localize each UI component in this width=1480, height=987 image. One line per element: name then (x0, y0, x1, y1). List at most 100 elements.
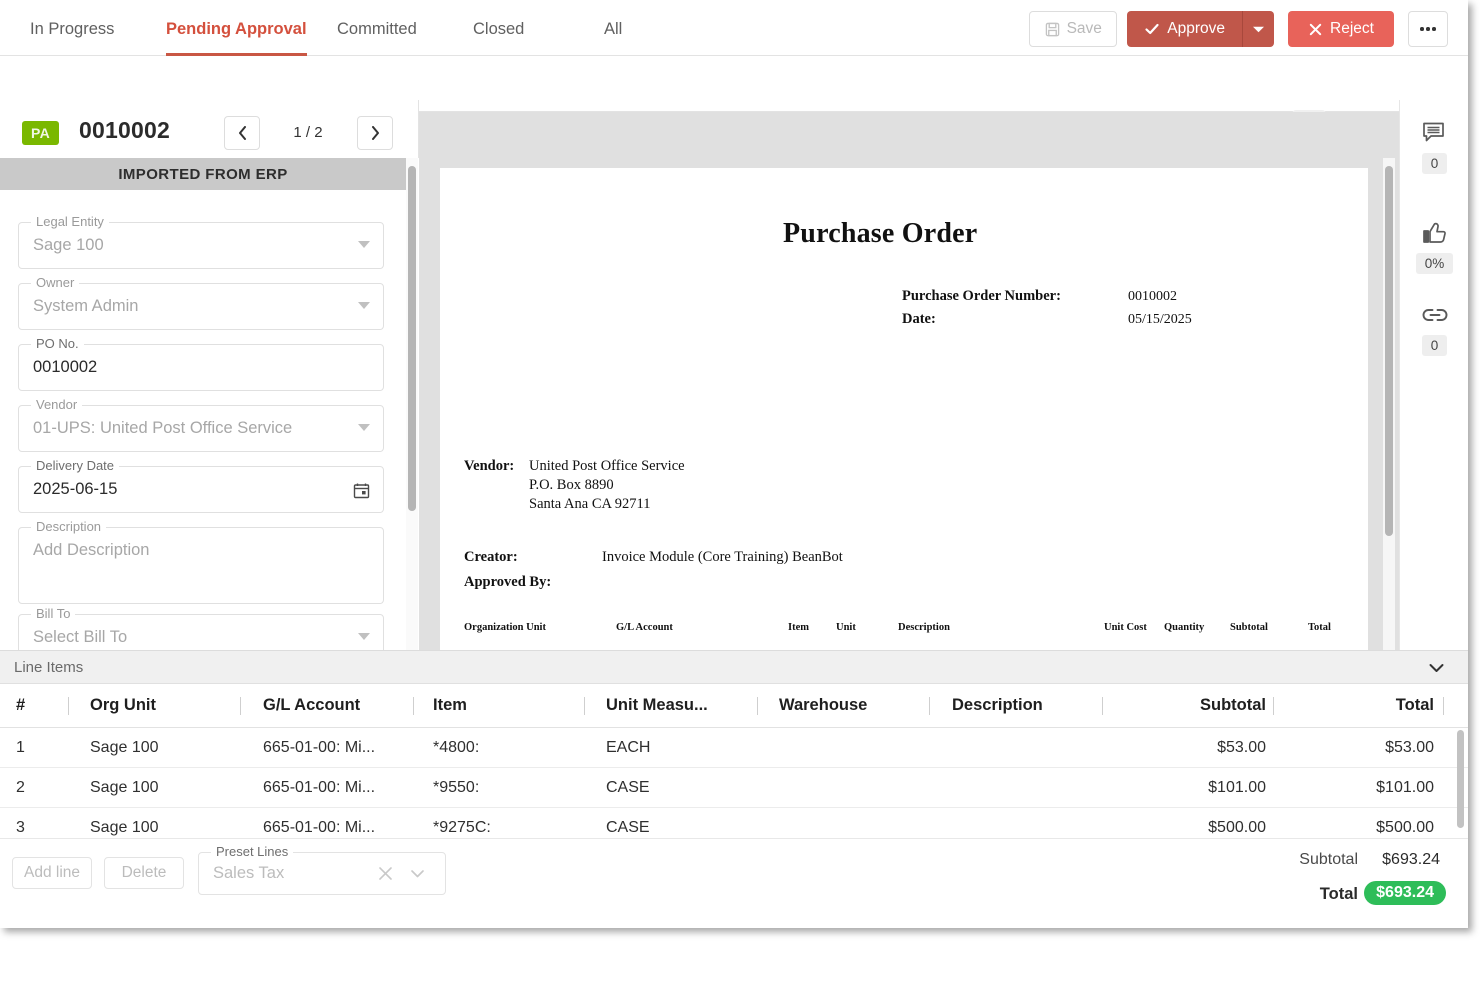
preset-lines-field[interactable]: Preset Lines Sales Tax (198, 844, 446, 895)
cell-org-unit: Sage 100 (90, 818, 159, 836)
column-header-org-unit[interactable]: Org Unit (90, 684, 230, 727)
cell-unit-measure: CASE (606, 818, 650, 836)
table-header-row: # Org Unit G/L Account Item Unit Measu..… (0, 684, 1468, 728)
comments-rail-item[interactable]: 0 (1400, 118, 1468, 174)
approvals-rail-item[interactable]: 0% (1400, 218, 1468, 274)
cell-org-unit: Sage 100 (90, 778, 159, 796)
pdf-scrollbar-thumb[interactable] (1385, 166, 1393, 536)
po-number-label: PO No. (31, 336, 84, 351)
pdf-table-column-header: Unit (836, 622, 856, 633)
approve-dropdown-button[interactable] (1242, 11, 1274, 47)
link-icon[interactable] (1400, 300, 1468, 330)
description-field[interactable]: Description Add Description (18, 519, 384, 604)
column-resize-handle[interactable] (1102, 697, 1103, 715)
save-button[interactable]: Save (1029, 11, 1118, 47)
add-line-button[interactable]: Add line (12, 857, 92, 889)
close-icon (1308, 22, 1323, 37)
column-resize-handle[interactable] (68, 697, 69, 715)
table-row[interactable]: 1 Sage 100 665-01-00: Mi... *4800: EACH … (0, 728, 1468, 768)
column-resize-handle[interactable] (413, 697, 414, 715)
cell-item: *4800: (433, 738, 480, 756)
column-resize-handle[interactable] (1443, 697, 1444, 715)
column-header-number[interactable]: # (16, 684, 56, 727)
tab-committed[interactable]: Committed (337, 0, 417, 56)
pdf-vendor-line: P.O. Box 8890 (529, 477, 614, 493)
cell-warehouse (779, 808, 919, 839)
po-number-value: 0010002 (33, 358, 98, 376)
po-number-field[interactable]: PO No. 0010002 (18, 336, 384, 391)
pdf-table-column-header: Quantity (1164, 622, 1205, 633)
column-resize-handle[interactable] (1273, 697, 1274, 715)
legal-entity-field[interactable]: Legal Entity Sage 100 (18, 214, 384, 269)
cell-item: *9275C: (433, 818, 491, 836)
column-resize-handle[interactable] (584, 697, 585, 715)
table-row[interactable]: 3 Sage 100 665-01-00: Mi... *9275C: CASE… (0, 808, 1468, 839)
tab-in-progress[interactable]: In Progress (30, 0, 114, 56)
tab-all[interactable]: All (604, 0, 622, 56)
cell-item: *9550: (433, 778, 480, 796)
links-rail-item[interactable]: 0 (1400, 300, 1468, 356)
vendor-field[interactable]: Vendor 01-UPS: United Post Office Servic… (18, 397, 384, 452)
check-icon (1144, 21, 1160, 37)
pdf-vendor-line: United Post Office Service (529, 458, 685, 474)
reject-button[interactable]: Reject (1288, 11, 1394, 47)
header-actions: Save Approve Reject (1029, 11, 1448, 47)
chevron-right-icon (371, 126, 379, 140)
more-options-button[interactable] (1408, 11, 1448, 47)
pdf-table-column-header: Item (788, 622, 809, 633)
approve-label: Approve (1167, 20, 1225, 37)
bill-to-field[interactable]: Bill To Select Bill To (18, 606, 384, 650)
column-header-warehouse[interactable]: Warehouse (779, 684, 919, 727)
close-icon[interactable] (378, 866, 393, 881)
left-panel-scrollbar-thumb[interactable] (408, 166, 416, 511)
next-document-button[interactable] (357, 116, 393, 150)
column-header-item[interactable]: Item (433, 684, 573, 727)
delivery-date-field[interactable]: Delivery Date 2025-06-15 (18, 458, 384, 513)
delete-line-button[interactable]: Delete (104, 857, 184, 889)
delivery-date-label: Delivery Date (31, 458, 120, 473)
chevron-down-icon[interactable] (358, 302, 370, 309)
pdf-page: Purchase Order Purchase Order Number: 00… (440, 168, 1368, 650)
calendar-icon[interactable] (353, 482, 370, 499)
table-row[interactable]: 2 Sage 100 665-01-00: Mi... *9550: CASE … (0, 768, 1468, 808)
previous-document-button[interactable] (224, 116, 260, 150)
column-resize-handle[interactable] (240, 697, 241, 715)
imported-from-erp-banner: IMPORTED FROM ERP (0, 158, 406, 190)
chevron-down-icon[interactable] (358, 241, 370, 248)
reject-label: Reject (1330, 20, 1374, 37)
cell-gl-account: 665-01-00: Mi... (263, 818, 376, 836)
column-header-subtotal[interactable]: Subtotal (1060, 684, 1266, 727)
column-resize-handle[interactable] (757, 697, 758, 715)
tab-pending-approval[interactable]: Pending Approval (166, 0, 307, 56)
pdf-table-column-header: Unit Cost (1104, 622, 1147, 633)
pdf-date-label: Date: (902, 311, 936, 327)
total-label: Total (1319, 885, 1358, 903)
comment-icon[interactable] (1400, 118, 1468, 148)
approve-button-group: Approve (1127, 11, 1274, 47)
thumbs-up-icon[interactable] (1400, 218, 1468, 248)
column-header-total[interactable]: Total (1280, 684, 1434, 727)
column-header-unit-measure[interactable]: Unit Measu... (606, 684, 751, 727)
tab-closed[interactable]: Closed (473, 0, 524, 56)
column-header-gl-account[interactable]: G/L Account (263, 684, 403, 727)
save-label: Save (1066, 20, 1102, 37)
comments-count-badge: 0 (1421, 153, 1448, 174)
bill-to-label: Bill To (31, 606, 76, 621)
document-number: 0010002 (79, 117, 170, 143)
owner-value: System Admin (33, 297, 139, 315)
cell-unit-measure: CASE (606, 778, 650, 796)
cell-warehouse (779, 768, 919, 807)
cell-total: $53.00 (1385, 738, 1434, 756)
line-items-header: Line Items (0, 651, 1468, 684)
approve-button[interactable]: Approve (1127, 11, 1242, 47)
owner-field[interactable]: Owner System Admin (18, 275, 384, 330)
line-items-scrollbar-thumb[interactable] (1457, 730, 1464, 828)
cell-gl-account: 665-01-00: Mi... (263, 778, 376, 796)
chevron-down-icon[interactable] (358, 633, 370, 640)
column-resize-handle[interactable] (929, 697, 930, 715)
collapse-line-items-button[interactable] (1426, 658, 1446, 678)
chevron-down-icon[interactable] (358, 424, 370, 431)
chevron-down-icon[interactable] (410, 867, 425, 880)
pdf-viewer-toolbar (419, 56, 1468, 112)
page-indicator: 1 / 2 (293, 124, 323, 141)
